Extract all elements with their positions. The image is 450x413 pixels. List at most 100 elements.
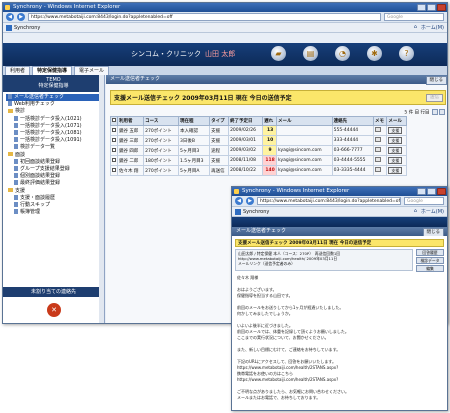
send-button[interactable]: 送信	[426, 94, 443, 102]
sidebar-item[interactable]: 支援	[6, 188, 101, 195]
tab-users[interactable]: 利用者	[5, 66, 31, 75]
search-input[interactable]: Google	[384, 13, 444, 21]
sidebar-item[interactable]: 面談	[6, 152, 101, 159]
column-header[interactable]: 現在程	[178, 116, 211, 126]
cell-name[interactable]: 鏡谷 二郎	[116, 155, 145, 166]
cell-mail[interactable]: kyagi@sincom.com	[276, 145, 333, 156]
memo-icon[interactable]	[372, 145, 388, 156]
sidebar-item[interactable]: 支援・面談履歴	[6, 194, 101, 202]
sidebar-item-label: 帳簿管理	[20, 209, 41, 216]
sidebar-item[interactable]: 一括検診データ投入(1071)	[6, 122, 101, 130]
memo-icon[interactable]	[372, 135, 388, 146]
cell-delay: 9	[262, 145, 278, 156]
unassigned-contacts-bar[interactable]: 未割り当ての連絡先	[3, 287, 104, 297]
document-icon	[14, 173, 18, 179]
row-checkbox[interactable]	[110, 155, 118, 166]
url-field[interactable]: https://www.metabotaiji.com:8443/login.d…	[257, 197, 401, 205]
column-header[interactable]: 利用者	[116, 116, 145, 126]
back-button[interactable]: ◀	[6, 13, 14, 21]
edit-button[interactable]: 編集	[416, 265, 444, 272]
reply-button[interactable]: 支援	[386, 125, 407, 136]
column-header[interactable]: 連絡先	[331, 116, 374, 126]
back-button[interactable]: ◀	[235, 197, 243, 205]
cell-mail[interactable]	[276, 125, 333, 136]
chart-icon[interactable]: ◔	[335, 46, 350, 61]
table-row[interactable]: 鏡谷 二郎 180ポイント 1.5ヶ月目3 支援 2008/11/08 118 kyagi@…	[110, 155, 407, 166]
minimize-button[interactable]	[417, 188, 426, 195]
document-icon	[8, 101, 12, 107]
memo-icon[interactable]	[372, 125, 388, 136]
sidebar-item-label: 最終評価結果登録	[20, 180, 61, 187]
cell-name[interactable]: 鏡谷 五郎	[116, 125, 145, 136]
sidebar-item[interactable]: 帳簿管理	[6, 209, 101, 216]
row-checkbox[interactable]	[110, 165, 118, 176]
column-header[interactable]: メール	[276, 116, 333, 126]
sidebar-item[interactable]: 検診	[6, 108, 101, 115]
browser-tab[interactable]: Synchrony	[243, 209, 269, 215]
reply-button[interactable]: 支援	[386, 135, 407, 146]
home-menu[interactable]: ホーム(M)	[421, 24, 444, 31]
sidebar-item[interactable]: 初回面談結果登録	[6, 158, 101, 166]
forward-button[interactable]: ▶	[246, 197, 254, 205]
sidebar-item[interactable]: 検診データ一覧	[6, 144, 101, 151]
table-row[interactable]: 佐々木 翔 270ポイント 5ヶ月目A 再送信 2008/10/22 140 kyagi@s…	[110, 165, 407, 176]
memo-icon[interactable]	[372, 165, 388, 176]
answer-history-button[interactable]: 回答履歴	[416, 249, 444, 256]
user-name: 山田 太郎	[205, 50, 236, 58]
schedule-heading: 支援メール送信チェック 2009年03月11日 現在 今日の送信予定 送信	[110, 90, 446, 105]
maximize-button[interactable]	[427, 4, 436, 11]
reply-button[interactable]: 支援	[386, 155, 407, 166]
cell-mail[interactable]: kyagi@sincom.com	[276, 165, 333, 176]
document-icon[interactable]: ▤	[303, 46, 318, 61]
favorites-icon[interactable]	[235, 208, 241, 215]
cell-mail[interactable]: kyagi@sincom.com	[276, 155, 333, 166]
cell-name[interactable]: 鏡谷 三郎	[116, 135, 145, 146]
close-x-icon[interactable]: ✕	[47, 303, 61, 317]
browser-tab[interactable]: Synchrony	[14, 25, 40, 31]
sidebar-item[interactable]: 一括検診データ投入(1021)	[6, 115, 101, 123]
url-field[interactable]: https://www.metabotaiji.com:8443/login.d…	[28, 13, 381, 21]
tab-health-guidance[interactable]: 特定保健指導	[32, 66, 73, 75]
minimize-button[interactable]	[417, 4, 426, 11]
next-page-button[interactable]	[439, 109, 445, 115]
favorites-icon[interactable]	[6, 24, 12, 31]
select-all-checkbox[interactable]	[110, 116, 118, 126]
table-row[interactable]: 鏡谷 三郎 270ポイント 3日後B 支援 2009/03/01 10 333-44444 支…	[110, 135, 407, 146]
column-header[interactable]: メモ	[372, 116, 388, 126]
checkup-data-button[interactable]: 検診データ	[416, 257, 444, 264]
tab-email[interactable]: 電子メール	[74, 66, 110, 75]
sidebar-item[interactable]: 最終評価結果登録	[6, 180, 101, 187]
column-header[interactable]: タイプ	[209, 116, 230, 126]
close-window-button[interactable]	[437, 188, 446, 195]
row-checkbox[interactable]	[110, 125, 118, 136]
home-icon[interactable]: ⌂	[414, 208, 417, 215]
column-header[interactable]: コース	[143, 116, 180, 126]
search-input[interactable]: Google	[404, 197, 444, 205]
home-icon[interactable]: ⌂	[414, 24, 417, 31]
memo-icon[interactable]	[372, 155, 388, 166]
reply-button[interactable]: 支援	[386, 145, 407, 156]
panel-close-button[interactable]: 閉じる	[425, 76, 447, 85]
sidebar-scrollbar[interactable]	[99, 75, 104, 323]
folder-icon[interactable]: ▰	[271, 46, 286, 61]
row-checkbox[interactable]	[110, 135, 118, 146]
browser-title-bar: Synchrony - Windows Internet Explorer	[3, 3, 447, 12]
column-header[interactable]: 遅れ	[262, 116, 278, 126]
gear-icon[interactable]: ✱	[367, 46, 382, 61]
table-row[interactable]: 鏡谷 五郎 270ポイント 本入確認 支援 2009/02/26 13 555-44444 支…	[110, 125, 407, 136]
home-menu[interactable]: ホーム(M)	[421, 208, 444, 215]
reply-button[interactable]: 支援	[386, 165, 407, 176]
cell-mail[interactable]	[276, 135, 333, 146]
prev-page-button[interactable]	[432, 109, 438, 115]
help-icon[interactable]: ?	[399, 46, 414, 61]
column-header[interactable]: 終了予定日	[228, 116, 264, 126]
cell-name[interactable]: 佐々木 翔	[116, 165, 145, 176]
forward-button[interactable]: ▶	[17, 13, 25, 21]
column-header[interactable]: メール	[386, 116, 407, 126]
close-window-button[interactable]	[437, 4, 446, 11]
row-checkbox[interactable]	[110, 145, 118, 156]
cell-name[interactable]: 鏡谷 四郎	[116, 145, 145, 156]
popup-address-bar: ◀ ▶ https://www.metabotaiji.com:8443/log…	[232, 196, 447, 207]
maximize-button[interactable]	[427, 188, 436, 195]
table-row[interactable]: 鏡谷 四郎 270ポイント 5ヶ月目3 途程 2009/03/02 9 kyagi@sinc…	[110, 145, 407, 156]
